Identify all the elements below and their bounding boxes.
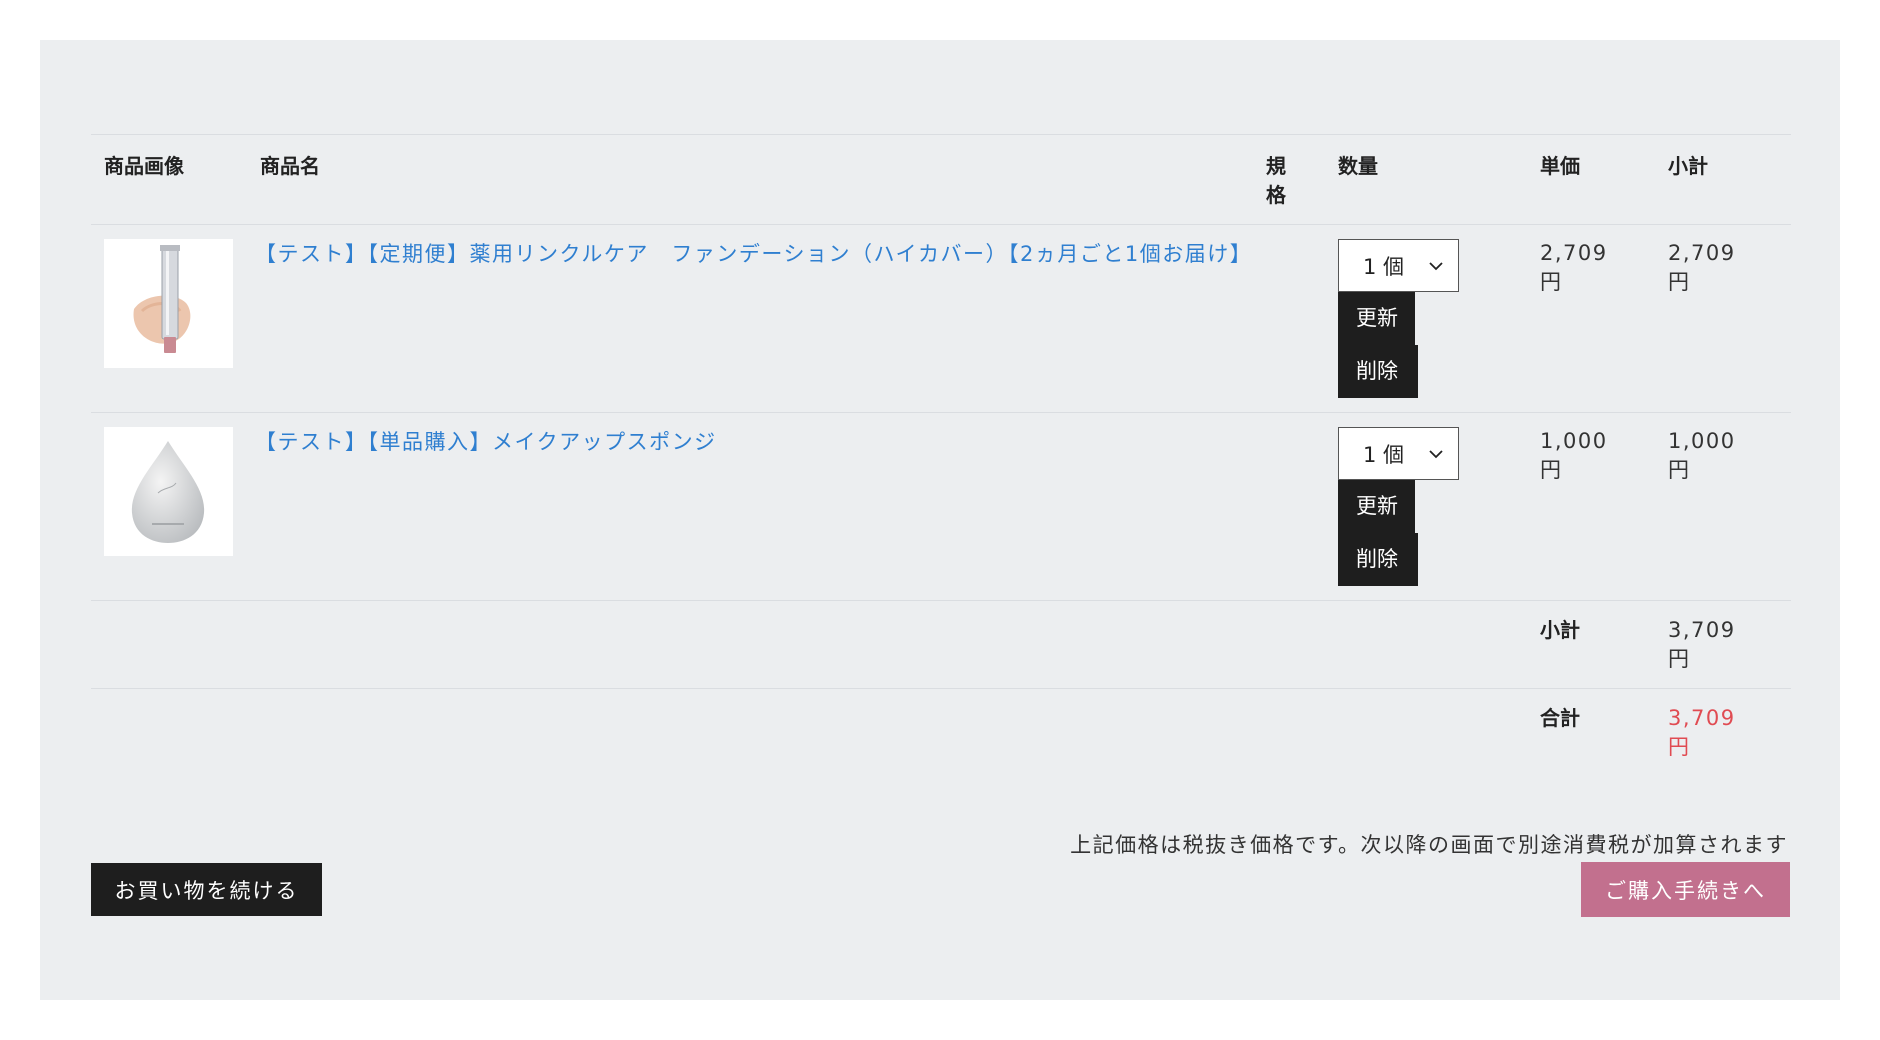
delete-button[interactable]: 削除 — [1338, 345, 1418, 398]
chevron-down-icon — [1429, 449, 1443, 458]
subtotal-row: 小計 3,709 円 — [91, 600, 1791, 689]
product-image[interactable] — [104, 427, 233, 556]
delete-button[interactable]: 削除 — [1338, 533, 1418, 586]
product-image-cell — [91, 225, 247, 413]
continue-shopping-button[interactable]: お買い物を続ける — [91, 863, 322, 916]
cart-panel: 商品画像 商品名 規格 数量 単価 小計 【テスト】【定期便】薬用リンクルケア … — [40, 40, 1840, 1000]
unit-price: 1,000 円 — [1540, 429, 1608, 482]
column-header-quantity: 数量 — [1338, 154, 1378, 178]
checkout-button[interactable]: ご購入手続きへ — [1581, 862, 1790, 917]
cart-total-value: 3,709 円 — [1668, 706, 1736, 759]
foundation-tube-icon — [133, 245, 191, 353]
cart-subtotal-value: 3,709 円 — [1668, 618, 1736, 671]
tax-note: 上記価格は税抜き価格です。次以降の画面で別途消費税が加算されます — [1070, 833, 1788, 857]
chevron-down-icon — [1429, 261, 1443, 270]
subtotal-cell: 1,000 円 — [1668, 413, 1791, 601]
product-name-link[interactable]: 【テスト】【単品購入】メイクアップスポンジ — [247, 427, 1266, 457]
column-header-name: 商品名 — [260, 154, 320, 178]
product-image-cell — [91, 413, 247, 601]
quantity-value: 1 個 — [1363, 254, 1405, 279]
table-header-row: 商品画像 商品名 規格 数量 単価 小計 — [91, 134, 1791, 225]
row-actions: 更新 削除 — [1338, 292, 1540, 398]
column-header-image: 商品画像 — [104, 154, 184, 178]
spec-cell — [1266, 225, 1338, 413]
update-button[interactable]: 更新 — [1338, 480, 1415, 533]
cart-table: 商品画像 商品名 規格 数量 単価 小計 【テスト】【定期便】薬用リンクルケア … — [91, 134, 1791, 776]
spec-cell — [1266, 413, 1338, 601]
row-actions: 更新 削除 — [1338, 480, 1540, 586]
makeup-sponge-icon — [131, 441, 205, 543]
column-header-spec: 規格 — [1266, 154, 1286, 207]
table-row: 【テスト】【定期便】薬用リンクルケア ファンデーション（ハイカバー）【2ヵ月ごと… — [91, 224, 1791, 413]
column-header-unit-price: 単価 — [1540, 154, 1580, 178]
quantity-select[interactable]: 1 個 — [1338, 427, 1459, 480]
quantity-value: 1 個 — [1363, 442, 1405, 467]
unit-price-cell: 2,709 円 — [1540, 225, 1668, 413]
quantity-select[interactable]: 1 個 — [1338, 239, 1459, 292]
item-subtotal: 2,709 円 — [1668, 241, 1736, 294]
quantity-cell: 1 個 更新 削除 — [1338, 225, 1540, 413]
subtotal-cell: 2,709 円 — [1668, 225, 1791, 413]
total-row: 合計 3,709 円 — [91, 688, 1791, 777]
product-name-link[interactable]: 【テスト】【定期便】薬用リンクルケア ファンデーション（ハイカバー）【2ヵ月ごと… — [247, 239, 1266, 269]
product-image[interactable] — [104, 239, 233, 368]
total-label: 合計 — [1540, 706, 1580, 730]
update-button[interactable]: 更新 — [1338, 292, 1415, 345]
product-name-cell: 【テスト】【定期便】薬用リンクルケア ファンデーション（ハイカバー）【2ヵ月ごと… — [247, 225, 1266, 413]
unit-price-cell: 1,000 円 — [1540, 413, 1668, 601]
column-header-subtotal: 小計 — [1668, 154, 1708, 178]
unit-price: 2,709 円 — [1540, 241, 1608, 294]
product-name-cell: 【テスト】【単品購入】メイクアップスポンジ — [247, 413, 1266, 601]
table-row: 【テスト】【単品購入】メイクアップスポンジ 1 個 更新 削除 1,000 円 … — [91, 412, 1791, 601]
quantity-cell: 1 個 更新 削除 — [1338, 413, 1540, 601]
subtotal-label: 小計 — [1540, 618, 1580, 642]
item-subtotal: 1,000 円 — [1668, 429, 1736, 482]
